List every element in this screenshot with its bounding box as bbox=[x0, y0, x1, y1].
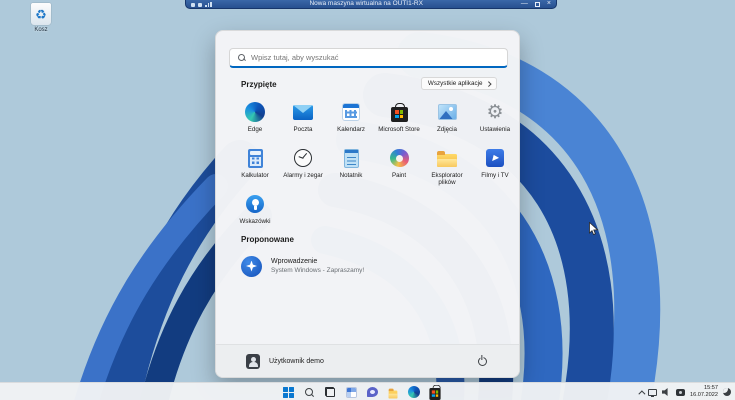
hidden-icons-chevron[interactable] bbox=[638, 389, 646, 397]
task-view-button[interactable] bbox=[323, 385, 337, 399]
vm-window-title: Nowa maszyna wirtualna na OUTI1-RX bbox=[309, 0, 423, 7]
privacy-camera-icon[interactable] bbox=[676, 388, 685, 396]
user-avatar bbox=[246, 353, 260, 369]
pinned-app-edge[interactable]: Edge bbox=[231, 99, 279, 144]
search-input[interactable] bbox=[251, 53, 499, 62]
search-icon bbox=[238, 54, 245, 61]
mouse-cursor bbox=[589, 222, 599, 236]
clock-icon bbox=[292, 147, 314, 169]
calculator-icon bbox=[244, 147, 266, 169]
task-view-icon bbox=[325, 387, 335, 397]
taskbar-center-icons bbox=[281, 383, 442, 400]
pinned-app-tips[interactable]: Wskazówki bbox=[231, 191, 279, 236]
recycle-bin-label: Kosz bbox=[34, 27, 48, 33]
pinned-app-store[interactable]: Microsoft Store bbox=[375, 99, 423, 144]
app-label: Poczta bbox=[293, 126, 313, 133]
folder-icon bbox=[436, 147, 458, 169]
pinned-section-header: Przypięte bbox=[241, 80, 277, 89]
folder-icon bbox=[388, 388, 398, 399]
all-apps-label: Wszystkie aplikacje bbox=[427, 80, 483, 87]
movies-tv-icon: ▶ bbox=[484, 147, 506, 169]
store-taskbar-button[interactable] bbox=[429, 384, 441, 400]
pinned-app-alarms[interactable]: Alarmy i zegar bbox=[279, 145, 327, 190]
vm-toolbar-icons[interactable] bbox=[191, 1, 212, 7]
pinned-app-paint[interactable]: Paint bbox=[375, 145, 423, 190]
user-profile-button[interactable]: Użytkownik demo bbox=[246, 353, 324, 369]
app-label: Zdjęcia bbox=[437, 126, 457, 133]
app-label: Ustawienia bbox=[479, 126, 511, 133]
recycle-bin-icon: ♻ bbox=[31, 3, 51, 25]
recommended-item-subtitle: System Windows - Zapraszamy! bbox=[271, 266, 365, 274]
edge-icon bbox=[408, 386, 420, 398]
pinned-app-calculator[interactable]: Kalkulator bbox=[231, 145, 279, 190]
calendar-icon bbox=[340, 101, 362, 123]
app-label: Microsoft Store bbox=[378, 126, 420, 133]
edge-taskbar-button[interactable] bbox=[407, 385, 421, 399]
pinned-app-photos[interactable]: Zdjęcia bbox=[423, 99, 471, 144]
vm-connection-bar[interactable]: Nowa maszyna wirtualna na OUTI1-RX — × bbox=[185, 0, 557, 9]
recommended-item-title: Wprowadzenie bbox=[271, 258, 318, 266]
chat-bubble-icon bbox=[366, 387, 378, 397]
start-search-box[interactable] bbox=[229, 48, 508, 68]
widgets-button[interactable] bbox=[344, 385, 358, 399]
start-menu-footer: Użytkownik demo bbox=[216, 344, 519, 377]
close-button[interactable]: × bbox=[547, 0, 551, 8]
taskbar: 15:57 16.07.2022 bbox=[0, 382, 735, 400]
power-icon bbox=[477, 356, 487, 366]
recycle-bin-shortcut[interactable]: ♻ Kosz bbox=[22, 3, 60, 33]
tray-date: 16.07.2022 bbox=[690, 392, 718, 398]
chat-button[interactable] bbox=[365, 385, 379, 399]
photos-icon bbox=[436, 101, 458, 123]
chevron-right-icon bbox=[485, 81, 491, 86]
restore-button[interactable] bbox=[534, 1, 540, 7]
recommended-item-get-started[interactable]: Wprowadzenie System Windows - Zapraszamy… bbox=[241, 253, 496, 279]
pinned-app-file-explorer[interactable]: Eksplorator plików bbox=[423, 145, 471, 190]
microsoft-store-icon bbox=[429, 384, 441, 400]
paint-palette-icon bbox=[388, 147, 410, 169]
app-label: Notatnik bbox=[339, 172, 363, 179]
app-label: Alarmy i zegar bbox=[283, 172, 323, 179]
focus-assist-icon[interactable] bbox=[723, 388, 731, 396]
app-label: Paint bbox=[391, 172, 407, 179]
start-menu: Przypięte Wszystkie aplikacje Edge Poczt… bbox=[215, 30, 520, 378]
app-label: Filmy i TV bbox=[481, 172, 509, 179]
pinned-app-movies-tv[interactable]: ▶ Filmy i TV bbox=[471, 145, 519, 190]
volume-icon[interactable] bbox=[662, 387, 668, 397]
recommended-section-header: Proponowane bbox=[241, 235, 294, 244]
pinned-app-notepad[interactable]: Notatnik bbox=[327, 145, 375, 190]
mail-icon bbox=[292, 101, 314, 123]
windows-logo-icon bbox=[282, 386, 294, 398]
pin-icon[interactable] bbox=[191, 2, 195, 7]
pinned-app-mail[interactable]: Poczta bbox=[279, 99, 327, 144]
system-tray: 15:57 16.07.2022 bbox=[638, 383, 731, 400]
notepad-icon bbox=[340, 147, 362, 169]
app-label: Wskazówki bbox=[239, 218, 271, 225]
search-icon bbox=[304, 387, 314, 397]
app-label: Edge bbox=[247, 126, 263, 133]
get-started-icon bbox=[241, 255, 262, 277]
app-label: Kalkulator bbox=[241, 172, 269, 179]
minimize-button[interactable]: — bbox=[521, 0, 528, 8]
clock-date[interactable]: 15:57 16.07.2022 bbox=[690, 385, 718, 398]
app-label: Eksplorator plików bbox=[431, 172, 463, 187]
power-button[interactable] bbox=[475, 354, 489, 368]
app-label: Kalendarz bbox=[337, 126, 365, 133]
edge-icon bbox=[244, 101, 266, 123]
pinned-app-settings[interactable]: ⚙ Ustawienia bbox=[471, 99, 519, 144]
pinned-apps-grid: Edge Poczta Kalendarz Microsoft Store Zd… bbox=[231, 99, 510, 236]
widgets-icon bbox=[345, 386, 357, 398]
network-display-icon[interactable] bbox=[648, 388, 657, 397]
monitor-icon[interactable] bbox=[198, 2, 202, 7]
microsoft-store-icon bbox=[388, 101, 410, 123]
start-button[interactable] bbox=[281, 385, 295, 399]
tips-bulb-icon bbox=[244, 193, 266, 215]
desktop: Nowa maszyna wirtualna na OUTI1-RX — × ♻… bbox=[0, 0, 735, 400]
tray-time: 15:57 bbox=[704, 385, 718, 392]
all-apps-button[interactable]: Wszystkie aplikacje bbox=[420, 77, 497, 90]
settings-gear-icon: ⚙ bbox=[486, 101, 504, 123]
user-name: Użytkownik demo bbox=[269, 357, 324, 365]
pinned-app-calendar[interactable]: Kalendarz bbox=[327, 99, 375, 144]
taskbar-search-button[interactable] bbox=[302, 385, 316, 399]
file-explorer-button[interactable] bbox=[386, 385, 400, 399]
